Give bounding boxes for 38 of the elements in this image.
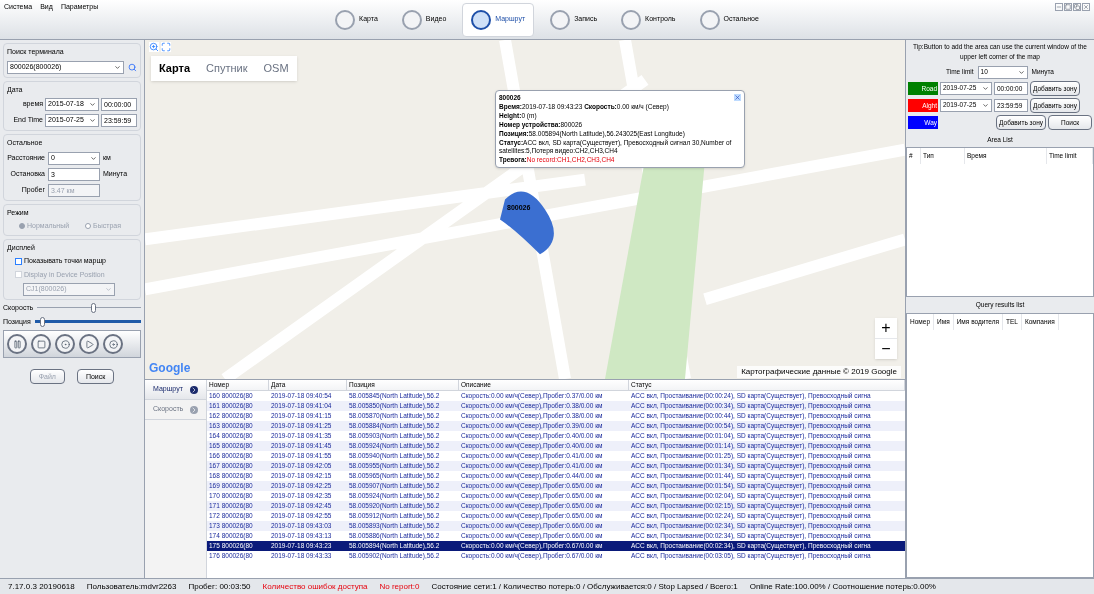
maximize-icon[interactable] xyxy=(1064,3,1072,11)
caret-icon xyxy=(89,101,96,108)
status-text: Online Rate:100.00% / Соотношение потерь:0.00% xyxy=(749,580,936,593)
expand-icon[interactable] xyxy=(161,42,171,52)
status-text: 7.17.0.3 20190618 xyxy=(8,580,75,593)
status-text: Состояние сети:1 / Количество потерь:0 / Обслуживается:0 / Stop Lapsed / Всего:1 xyxy=(431,580,738,593)
record-icon[interactable] xyxy=(55,334,75,354)
status-text: Количество ошибок доступа xyxy=(262,580,368,593)
caret-icon xyxy=(1017,68,1025,76)
chevron-icon xyxy=(190,385,198,394)
stop-icon[interactable] xyxy=(31,334,51,354)
map-type-tab[interactable]: Спутник xyxy=(198,56,256,81)
caret-icon xyxy=(90,154,97,162)
map-type-tab[interactable]: OSM xyxy=(255,56,297,81)
close-icon[interactable] xyxy=(734,94,741,101)
map-logo: Google xyxy=(149,360,191,377)
restore-icon[interactable] xyxy=(1073,3,1081,11)
minimize-icon[interactable] xyxy=(1055,3,1063,11)
status-text: Пробег: 00:03:50 xyxy=(188,580,251,593)
speed-slider[interactable] xyxy=(37,303,141,314)
search-icon[interactable] xyxy=(128,62,137,72)
zoom-in-button[interactable]: + xyxy=(875,318,897,338)
zoom-out-button[interactable]: − xyxy=(875,338,897,359)
play-icon[interactable] xyxy=(79,334,99,354)
map-type-tab[interactable]: Карта xyxy=(151,56,199,81)
map-attribution: Картографические данные © 2019 Google xyxy=(737,366,901,378)
pause-icon[interactable] xyxy=(7,334,27,354)
caret-icon xyxy=(982,101,989,109)
caret-icon xyxy=(114,63,122,71)
close-icon[interactable] xyxy=(1082,3,1090,11)
status-text: No report:0 xyxy=(379,580,420,593)
zoom-icon[interactable] xyxy=(149,42,159,52)
caret-icon xyxy=(105,286,112,293)
caret-icon xyxy=(89,117,96,124)
status-text: Пользователь:mdvr2263 xyxy=(86,580,177,593)
caret-icon xyxy=(982,84,989,92)
position-slider[interactable] xyxy=(34,316,141,327)
chevron-icon xyxy=(190,405,198,414)
